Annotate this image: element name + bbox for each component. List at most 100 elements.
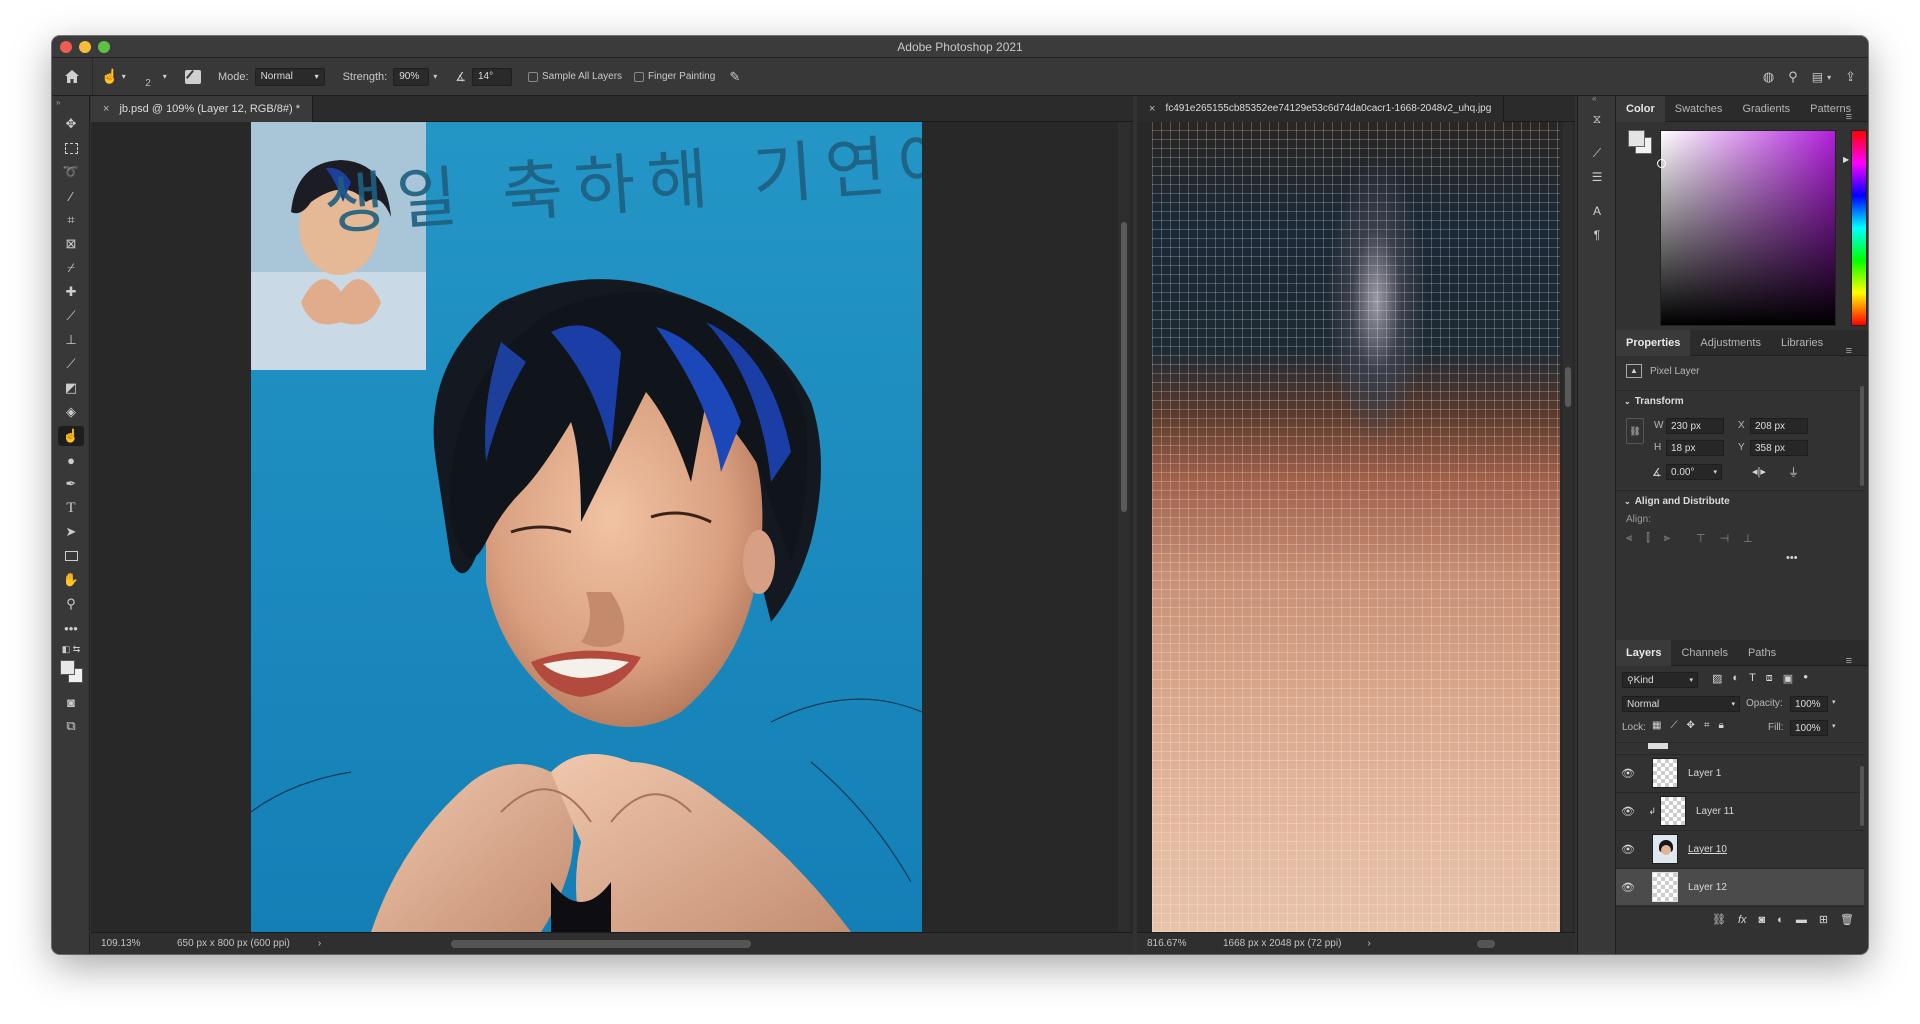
paragraph-panel-icon[interactable]: ¶	[1588, 226, 1606, 244]
magic-wand-tool[interactable]: ⁄	[58, 186, 84, 206]
close-window-button[interactable]	[60, 41, 72, 53]
filter-shape-icon[interactable]: ⧈	[1766, 672, 1773, 685]
learn-icon[interactable]: ◍	[1763, 69, 1774, 85]
move-tool[interactable]: ✥	[58, 114, 84, 134]
width-input[interactable]: 230 px	[1666, 418, 1724, 434]
character-panel-icon[interactable]: A	[1588, 202, 1606, 220]
color-swatches[interactable]	[60, 660, 84, 684]
hand-tool[interactable]: ✋	[58, 570, 84, 590]
tab-jb-psd[interactable]: × jb.psd @ 109% (Layer 12, RGB/8#) *	[91, 95, 313, 122]
layer-name[interactable]: Layer 1	[1688, 768, 1721, 779]
new-layer-icon[interactable]: ⊞	[1819, 913, 1828, 926]
brush-tool[interactable]: ⟋	[58, 306, 84, 326]
adjustment-layer-icon[interactable]: ◐	[1777, 914, 1784, 926]
layer-row[interactable]: 👁︎ Layer 10	[1616, 830, 1864, 867]
flip-vertical-icon[interactable]: ⏚	[1788, 464, 1799, 480]
collapse-tools-icon[interactable]: »	[56, 98, 60, 107]
align-left-icon[interactable]: ⫷	[1626, 532, 1632, 545]
eraser-tool[interactable]: ◩	[58, 378, 84, 398]
horizontal-scrollbar[interactable]	[1477, 940, 1495, 948]
vertical-scrollbar[interactable]	[1118, 122, 1130, 932]
height-input[interactable]: 18 px	[1666, 440, 1724, 456]
x-input[interactable]: 208 px	[1750, 418, 1808, 434]
tool-preset-picker[interactable]: ☝ ▾	[92, 58, 134, 95]
minimize-window-button[interactable]	[79, 41, 91, 53]
healing-brush-tool[interactable]: ✚	[58, 282, 84, 302]
dodge-tool[interactable]: ●	[58, 450, 84, 470]
filter-adjustment-icon[interactable]: ◐	[1732, 672, 1739, 685]
tab-swatches[interactable]: Swatches	[1665, 96, 1733, 122]
layer-style-icon[interactable]: fx	[1738, 914, 1747, 926]
layer-row[interactable]: 👁︎ Layer 1	[1616, 754, 1864, 791]
collapse-panels-icon[interactable]: «	[1592, 94, 1596, 103]
search-icon[interactable]: ⚲	[1788, 69, 1798, 85]
crop-tool[interactable]: ⌗	[58, 210, 84, 230]
visibility-eye-icon[interactable]: 👁︎	[1616, 767, 1640, 780]
zoom-level[interactable]: 816.67%	[1147, 938, 1207, 949]
lock-position-icon[interactable]: ✥	[1686, 720, 1694, 731]
tab-properties[interactable]: Properties	[1616, 329, 1691, 356]
more-tools-button[interactable]: •••	[58, 618, 84, 638]
mode-select[interactable]: Normal ▾	[254, 67, 325, 86]
sample-all-layers-checkbox[interactable]: Sample All Layers	[528, 58, 622, 95]
align-top-icon[interactable]: ⊤	[1696, 532, 1706, 545]
paint-bucket-tool[interactable]: ◈	[58, 402, 84, 422]
default-colors-button[interactable]: ◧ ⇆	[58, 642, 84, 656]
more-options-icon[interactable]: •••	[1786, 552, 1798, 564]
strength-input[interactable]: 90%	[393, 67, 430, 86]
history-brush-tool[interactable]: ⟋	[58, 354, 84, 374]
adjustments-panel-icon[interactable]: ☰	[1588, 168, 1606, 186]
visibility-eye-icon[interactable]: 👁︎	[1616, 843, 1640, 856]
hue-slider[interactable]	[1851, 130, 1867, 326]
filter-toggle-icon[interactable]: ●	[1803, 672, 1808, 685]
artwork-canvas[interactable]: 생일 축하해 기연아	[251, 122, 922, 932]
path-selection-tool[interactable]: ➤	[58, 522, 84, 542]
visibility-eye-icon[interactable]: 👁︎	[1616, 805, 1640, 818]
align-bottom-icon[interactable]: ⊥	[1743, 532, 1753, 545]
align-distribute-section[interactable]: ⌄ Align and Distribute	[1624, 496, 1730, 507]
smudge-tool[interactable]: ☝	[58, 426, 84, 446]
layer-name[interactable]: Layer 12	[1688, 882, 1727, 893]
chevron-down-icon[interactable]: ▾	[433, 72, 437, 81]
lock-transparent-icon[interactable]: ▦	[1652, 720, 1661, 731]
close-tab-icon[interactable]: ×	[1149, 103, 1155, 115]
tab-adjustments[interactable]: Adjustments	[1690, 330, 1771, 356]
chevron-down-icon[interactable]: ▾	[1832, 722, 1836, 730]
lock-all-icon[interactable]: 🔒︎	[1718, 720, 1723, 731]
close-tab-icon[interactable]: ×	[103, 103, 109, 115]
flip-horizontal-icon[interactable]: ◂|▸	[1752, 465, 1766, 478]
align-center-h-icon[interactable]: ⫿	[1646, 532, 1650, 545]
tab-gradients[interactable]: Gradients	[1732, 96, 1800, 122]
link-dimensions-button[interactable]: ⛓	[1626, 418, 1644, 444]
layer-filter-select[interactable]: ⚲Kind ▾	[1622, 672, 1698, 688]
tab-layers[interactable]: Layers	[1616, 639, 1672, 666]
brush-settings-button[interactable]	[178, 58, 208, 95]
layer-name[interactable]: Layer 11	[1696, 806, 1734, 817]
pen-tool[interactable]: ✒	[58, 474, 84, 494]
tab-reference-jpg[interactable]: × fc491e265155cb85352ee74129e53c6d74da0c…	[1137, 95, 1505, 122]
fill-input[interactable]: 100%	[1790, 720, 1828, 736]
filter-type-icon[interactable]: T	[1749, 672, 1756, 685]
maximize-window-button[interactable]	[98, 41, 110, 53]
quick-mask-button[interactable]: ◙	[58, 692, 84, 712]
y-input[interactable]: 358 px	[1750, 440, 1808, 456]
link-layers-icon[interactable]: ⛓	[1712, 913, 1726, 926]
add-mask-icon[interactable]: ◙	[1759, 914, 1766, 926]
opacity-input[interactable]: 100%	[1790, 696, 1828, 712]
tab-libraries[interactable]: Libraries	[1771, 330, 1833, 356]
vertical-scrollbar[interactable]	[1563, 122, 1573, 932]
layer-row[interactable]: 👁︎ ↲ Layer 11	[1616, 792, 1864, 829]
transform-section[interactable]: ⌄ Transform	[1624, 396, 1684, 407]
history-panel-icon[interactable]: ⧖	[1588, 110, 1606, 128]
tab-color[interactable]: Color	[1616, 95, 1665, 122]
delete-layer-icon[interactable]: 🗑︎	[1840, 913, 1854, 926]
home-button[interactable]	[52, 58, 92, 95]
chevron-right-icon[interactable]: ›	[1367, 938, 1370, 949]
zoom-tool[interactable]: ⚲	[58, 594, 84, 614]
chevron-down-icon[interactable]: ▾	[1832, 698, 1836, 706]
chevron-right-icon[interactable]: ›	[318, 938, 321, 949]
eyedropper-tool[interactable]: ⌿	[58, 258, 84, 278]
layer-name[interactable]: Layer 10	[1688, 844, 1727, 855]
clone-stamp-tool[interactable]: ⊥	[58, 330, 84, 350]
pressure-button[interactable]: ✎	[729, 58, 740, 95]
